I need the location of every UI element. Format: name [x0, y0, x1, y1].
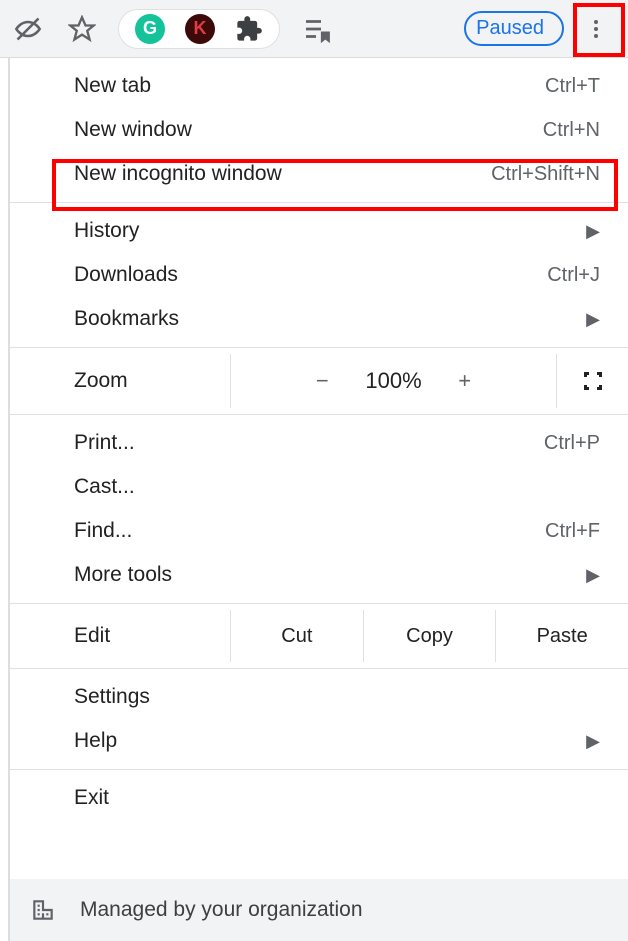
zoom-label: Zoom [10, 355, 230, 407]
menu-shortcut: Ctrl+J [547, 264, 600, 287]
menu-item-new-incognito[interactable]: New incognito window Ctrl+Shift+N [10, 152, 628, 196]
chrome-main-menu: New tab Ctrl+T New window Ctrl+N New inc… [8, 58, 628, 941]
menu-label: Cast... [74, 475, 600, 499]
menu-label: Settings [74, 685, 600, 709]
extensions-icon[interactable] [235, 15, 263, 43]
fullscreen-button[interactable] [556, 354, 628, 408]
menu-item-downloads[interactable]: Downloads Ctrl+J [10, 253, 628, 297]
menu-label: Bookmarks [74, 307, 586, 331]
k-ext-icon[interactable]: K [185, 14, 215, 44]
menu-item-settings[interactable]: Settings [10, 675, 628, 719]
chevron-right-icon: ▶ [586, 309, 600, 330]
menu-item-new-window[interactable]: New window Ctrl+N [10, 108, 628, 152]
menu-shortcut: Ctrl+P [544, 432, 600, 455]
paste-button[interactable]: Paste [495, 610, 628, 662]
menu-item-print[interactable]: Print... Ctrl+P [10, 421, 628, 465]
browser-toolbar: G K Paused [0, 0, 628, 58]
menu-label: New tab [74, 74, 545, 98]
star-outline-icon[interactable] [64, 11, 100, 47]
managed-footer[interactable]: Managed by your organization [10, 879, 628, 941]
chevron-right-icon: ▶ [586, 731, 600, 752]
menu-label: Downloads [74, 263, 547, 287]
profile-paused-pill[interactable]: Paused [464, 11, 564, 46]
managed-label: Managed by your organization [80, 898, 363, 922]
menu-item-edit: Edit Cut Copy Paste [10, 610, 628, 662]
zoom-value: 100% [365, 368, 421, 394]
menu-item-history[interactable]: History ▶ [10, 209, 628, 253]
menu-label: New incognito window [74, 162, 491, 186]
edit-label: Edit [10, 610, 230, 662]
chevron-right-icon: ▶ [586, 221, 600, 242]
menu-shortcut: Ctrl+F [545, 520, 600, 543]
menu-shortcut: Ctrl+T [545, 75, 600, 98]
paused-label: Paused [476, 17, 544, 40]
menu-item-exit[interactable]: Exit [10, 776, 628, 820]
menu-item-cast[interactable]: Cast... [10, 465, 628, 509]
zoom-in-button[interactable]: + [450, 368, 480, 394]
menu-item-new-tab[interactable]: New tab Ctrl+T [10, 64, 628, 108]
menu-label: More tools [74, 563, 586, 587]
grammarly-ext-icon[interactable]: G [135, 14, 165, 44]
more-menu-button[interactable] [574, 7, 618, 51]
menu-item-more-tools[interactable]: More tools ▶ [10, 553, 628, 597]
menu-label: Find... [74, 519, 545, 543]
price-track-off-icon[interactable] [10, 11, 46, 47]
menu-item-zoom: Zoom − 100% + [10, 354, 628, 408]
reading-list-icon[interactable] [298, 11, 334, 47]
menu-label: New window [74, 118, 543, 142]
copy-button[interactable]: Copy [363, 610, 496, 662]
menu-label: Help [74, 729, 586, 753]
menu-label: History [74, 219, 586, 243]
zoom-out-button[interactable]: − [307, 368, 337, 394]
menu-shortcut: Ctrl+Shift+N [491, 163, 600, 186]
menu-shortcut: Ctrl+N [543, 119, 600, 142]
menu-item-find[interactable]: Find... Ctrl+F [10, 509, 628, 553]
menu-label: Exit [74, 786, 600, 810]
chevron-right-icon: ▶ [586, 565, 600, 586]
domain-icon [30, 897, 56, 923]
menu-item-bookmarks[interactable]: Bookmarks ▶ [10, 297, 628, 341]
menu-label: Print... [74, 431, 544, 455]
menu-item-help[interactable]: Help ▶ [10, 719, 628, 763]
cut-button[interactable]: Cut [230, 610, 363, 662]
extensions-pill: G K [118, 9, 280, 49]
